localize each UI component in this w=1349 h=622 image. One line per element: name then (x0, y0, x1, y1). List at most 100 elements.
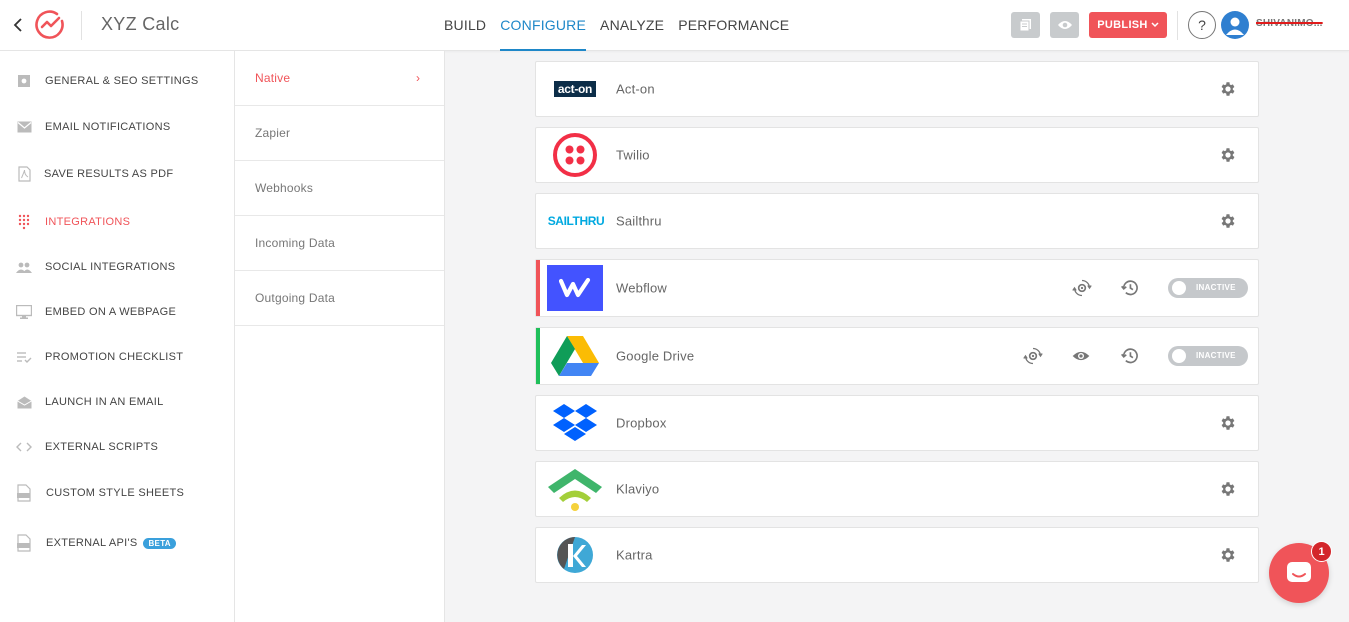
templates-button[interactable] (1011, 12, 1040, 38)
submenu-item-zapier[interactable]: Zapier (235, 106, 444, 161)
google-drive-logo (546, 332, 604, 380)
gear-icon[interactable] (1219, 80, 1237, 98)
integrations-submenu: Native › Zapier Webhooks Incoming Data O… (235, 51, 445, 622)
integration-name: Kartra (616, 547, 653, 563)
status-toggle[interactable]: INACTIVE (1168, 278, 1248, 298)
envelope-icon (16, 119, 32, 135)
publish-button[interactable]: PUBLISH (1089, 12, 1167, 38)
integration-name: Dropbox (616, 415, 667, 431)
submenu-item-label: Incoming Data (255, 236, 335, 250)
status-accent-bar (536, 260, 540, 316)
sidebar-item-label: SAVE RESULTS AS PDF (44, 168, 174, 180)
gear-icon[interactable] (1219, 480, 1237, 498)
gear-icon[interactable] (1219, 146, 1237, 164)
sidebar-item-label: PROMOTION CHECKLIST (45, 351, 184, 363)
history-icon[interactable] (1120, 278, 1140, 298)
toggle-knob (1172, 349, 1186, 363)
username[interactable]: SHIVANIMO... (1256, 18, 1323, 29)
sidebar-item-email-notifications[interactable]: EMAIL NOTIFICATIONS (0, 107, 234, 147)
eye-icon (1057, 21, 1072, 29)
integration-card-twilio[interactable]: Twilio (535, 127, 1259, 183)
nav-tab-performance[interactable]: PERFORMANCE (678, 0, 789, 51)
documents-icon (1019, 19, 1031, 32)
integration-name: Klaviyo (616, 481, 660, 497)
dropbox-logo (546, 399, 604, 447)
user-icon (1226, 17, 1244, 35)
checklist-icon (16, 349, 32, 365)
preview-button[interactable] (1050, 12, 1079, 38)
help-label: ? (1198, 17, 1206, 33)
main-nav: BUILD CONFIGURE ANALYZE PERFORMANCE (444, 0, 803, 51)
sailthru-logo-text: SAILTHRU (547, 214, 605, 228)
sidebar-item-label: INTEGRATIONS (45, 216, 131, 228)
nav-tab-build[interactable]: BUILD (444, 0, 486, 51)
integration-card-sailthru[interactable]: SAILTHRU Sailthru (535, 193, 1259, 249)
chat-notification-badge: 1 (1311, 541, 1332, 562)
header-divider-right (1177, 11, 1178, 40)
submenu-item-native[interactable]: Native › (235, 51, 444, 106)
sidebar-item-save-pdf[interactable]: SAVE RESULTS AS PDF (0, 154, 234, 194)
sidebar-item-promotion-checklist[interactable]: PROMOTION CHECKLIST (0, 337, 234, 377)
toggle-label: INACTIVE (1196, 351, 1236, 360)
toggle-label: INACTIVE (1196, 283, 1236, 292)
sidebar-item-launch-email[interactable]: LAUNCH IN AN EMAIL (0, 382, 234, 422)
submenu-item-label: Native (255, 71, 291, 85)
api-file-icon (16, 534, 32, 552)
code-icon (16, 439, 32, 455)
sidebar-item-external-scripts[interactable]: EXTERNAL SCRIPTS (0, 427, 234, 467)
integration-card-google-drive[interactable]: Google Drive INACTIVE (535, 327, 1259, 385)
chat-icon (1287, 562, 1311, 582)
status-accent-bar (536, 328, 540, 384)
integration-name: Sailthru (616, 213, 662, 229)
sidebar-item-integrations[interactable]: INTEGRATIONS (0, 202, 234, 242)
integration-card-kartra[interactable]: Kartra (535, 527, 1259, 583)
nav-tab-analyze[interactable]: ANALYZE (600, 0, 664, 51)
eye-icon[interactable] (1071, 346, 1091, 366)
submenu-item-label: Outgoing Data (255, 291, 335, 305)
integration-card-dropbox[interactable]: Dropbox (535, 395, 1259, 451)
integration-card-act-on[interactable]: act-on Act-on (535, 61, 1259, 117)
submenu-item-webhooks[interactable]: Webhooks (235, 161, 444, 216)
integration-card-webflow[interactable]: Webflow INACTIVE (535, 259, 1259, 317)
sidebar-item-label: EMAIL NOTIFICATIONS (45, 121, 171, 133)
sidebar-item-general-seo[interactable]: GENERAL & SEO SETTINGS (0, 61, 234, 101)
back-arrow-icon[interactable] (10, 15, 26, 35)
chevron-right-icon: › (416, 71, 420, 85)
sync-settings-icon[interactable] (1072, 278, 1092, 298)
external-apis-label: EXTERNAL API'S (46, 537, 138, 549)
chevron-down-icon (1151, 22, 1159, 28)
sync-settings-icon[interactable] (1023, 346, 1043, 366)
top-header: XYZ Calc BUILD CONFIGURE ANALYZE PERFORM… (0, 0, 1349, 51)
help-button[interactable]: ? (1188, 11, 1216, 39)
gear-icon[interactable] (1219, 414, 1237, 432)
settings-square-icon (16, 73, 32, 89)
gear-icon[interactable] (1219, 212, 1237, 230)
act-on-logo: act-on (546, 65, 604, 113)
dots-grid-icon (16, 214, 32, 230)
avatar[interactable] (1221, 11, 1249, 39)
status-toggle[interactable]: INACTIVE (1168, 346, 1248, 366)
gear-icon[interactable] (1219, 546, 1237, 564)
sidebar-item-label: EXTERNAL API'S BETA (46, 537, 176, 549)
integration-name: Act-on (616, 81, 655, 97)
sidebar-item-social-integrations[interactable]: SOCIAL INTEGRATIONS (0, 247, 234, 287)
open-envelope-icon (16, 394, 32, 410)
css-file-icon (16, 484, 32, 502)
pdf-icon (16, 166, 32, 182)
history-icon[interactable] (1120, 346, 1140, 366)
sidebar-item-label: SOCIAL INTEGRATIONS (45, 261, 176, 273)
sidebar-item-external-apis[interactable]: EXTERNAL API'S BETA (0, 523, 234, 563)
integration-card-klaviyo[interactable]: Klaviyo (535, 461, 1259, 517)
sidebar-item-embed-webpage[interactable]: EMBED ON A WEBPAGE (0, 292, 234, 332)
monitor-icon (16, 304, 32, 320)
sidebar-item-custom-style-sheets[interactable]: CUSTOM STYLE SHEETS (0, 473, 234, 513)
submenu-item-incoming-data[interactable]: Incoming Data (235, 216, 444, 271)
submenu-item-outgoing-data[interactable]: Outgoing Data (235, 271, 444, 326)
sidebar-item-label: EXTERNAL SCRIPTS (45, 441, 159, 453)
webflow-logo (546, 264, 604, 312)
nav-tab-configure[interactable]: CONFIGURE (500, 0, 586, 51)
act-on-logo-text: act-on (553, 81, 597, 97)
app-title: XYZ Calc (101, 14, 180, 34)
app-logo-icon[interactable] (33, 9, 66, 42)
integration-name: Twilio (616, 147, 650, 163)
